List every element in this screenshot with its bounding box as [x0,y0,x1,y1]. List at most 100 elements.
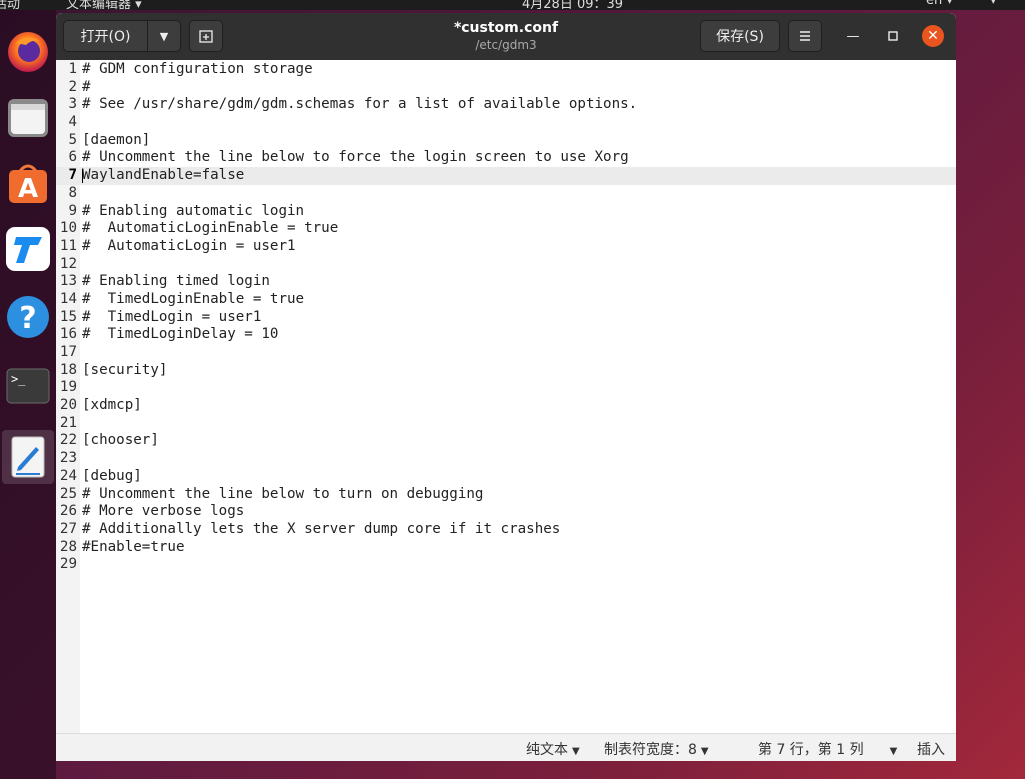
code-line[interactable]: 13 # Enabling timed login [56,273,956,291]
code-line[interactable]: 16 # TimedLoginDelay = 10 [56,326,956,344]
line-text[interactable]: # Uncomment the line below to force the … [82,149,629,167]
tab-width-selector[interactable]: 制表符宽度：8 ▼ [604,739,709,759]
line-number: 6 [68,149,77,166]
code-line[interactable]: 8 [56,185,956,203]
code-line[interactable]: 5 [daemon] [56,132,956,150]
line-text[interactable]: # More verbose logs [82,503,244,521]
language-selector[interactable]: 纯文本 ▼ [526,739,580,759]
code-line[interactable]: 26 # More verbose logs [56,503,956,521]
minimize-button[interactable]: — [842,25,864,47]
dock-item-terminal[interactable]: >_ [2,358,54,412]
line-number: 11 [59,237,77,254]
line-number: 7 [68,167,77,184]
line-text[interactable]: WaylandEnable=false [82,167,244,185]
dock-item-firefox[interactable] [2,24,54,78]
cursor-position-selector[interactable]: 第 7 行，第 1 列 ▼ [758,739,897,759]
line-number: 15 [59,308,77,325]
code-line[interactable]: 22 [chooser] [56,432,956,450]
firefox-icon [6,29,50,73]
code-line[interactable]: 4 [56,114,956,132]
code-line[interactable]: 1 # GDM configuration storage [56,61,956,79]
code-line[interactable]: 19 [56,379,956,397]
code-line[interactable]: 28 #Enable=true [56,539,956,557]
line-text[interactable]: # AutomaticLogin = user1 [82,238,296,256]
line-text[interactable]: [xdmcp] [82,397,142,415]
line-text[interactable]: # Uncomment the line below to turn on de… [82,486,483,504]
line-number: 29 [59,556,77,573]
line-text[interactable]: # GDM configuration storage [82,61,313,79]
code-line[interactable]: 12 [56,256,956,274]
code-line[interactable]: 6 # Uncomment the line below to force the… [56,149,956,167]
line-text[interactable]: #Enable=true [82,539,185,557]
line-text[interactable]: # TimedLoginDelay = 10 [82,326,278,344]
system-menu-icon[interactable]: ▾ [990,0,997,8]
code-line[interactable]: 3 # See /usr/share/gdm/gdm.schemas for a … [56,96,956,114]
code-line[interactable]: 23 [56,450,956,468]
maximize-button[interactable] [882,25,904,47]
activities-button[interactable]: 活动 [0,0,20,10]
code-line[interactable]: 27 # Additionally lets the X server dump … [56,521,956,539]
line-text[interactable]: # TimedLogin = user1 [82,309,261,327]
code-line[interactable]: 18 [security] [56,362,956,380]
code-line[interactable]: 17 [56,344,956,362]
dock-item-help[interactable]: ? [2,290,54,344]
code-line[interactable]: 10 # AutomaticLoginEnable = true [56,220,956,238]
line-number: 17 [59,344,77,360]
code-line[interactable]: 2 # [56,79,956,97]
close-button[interactable]: ✕ [922,25,944,47]
dock-item-text-editor[interactable] [2,430,54,484]
tab-width-label: 制表符宽度：8 [604,742,697,758]
line-text[interactable]: # Additionally lets the X server dump co… [82,521,560,539]
code-line[interactable]: 29 [56,556,956,574]
line-number: 14 [59,290,77,307]
save-button[interactable]: 保存(S) [700,20,780,52]
line-text[interactable]: # Enabling automatic login [82,203,304,221]
code-line[interactable]: 7 WaylandEnable=false [56,167,956,185]
menu-button[interactable] [788,20,822,52]
dock-item-todesk[interactable] [2,222,54,276]
language-indicator[interactable]: en ▾ [926,0,953,8]
cursor-position-label: 第 7 行，第 1 列 [758,742,864,758]
code-line[interactable]: 25 # Uncomment the line below to turn on … [56,486,956,504]
line-text[interactable]: [daemon] [82,132,150,150]
code-line[interactable]: 24 [debug] [56,468,956,486]
line-number: 8 [68,184,77,201]
todesk-icon [6,227,50,271]
software-center-icon: A [6,161,50,205]
header-bar: 打开(O) ▼ *custom.conf /etc/gdm3 保存(S) — ✕ [56,13,956,60]
close-icon: ✕ [927,28,939,44]
svg-text:>_: >_ [11,372,26,386]
app-menu[interactable]: 文本编辑器 ▾ [66,0,142,10]
insert-mode-indicator[interactable]: 插入 [917,739,945,759]
clock[interactable]: 4月28日 09：39 [522,0,623,10]
line-text[interactable]: [security] [82,362,167,380]
code-lines[interactable]: 1 # GDM configuration storage 2 #3 # See /us… [56,61,956,574]
terminal-icon: >_ [6,363,50,407]
line-text[interactable]: # TimedLoginEnable = true [82,291,304,309]
line-number: 27 [59,520,77,537]
line-number: 26 [59,503,77,520]
text-cursor [82,169,83,184]
editor-area[interactable]: 1 # GDM configuration storage 2 #3 # See /us… [56,60,956,733]
code-line[interactable]: 9 # Enabling automatic login [56,203,956,221]
line-text[interactable]: [chooser] [82,432,159,450]
chevron-down-icon: ▼ [889,746,898,757]
code-line[interactable]: 21 [56,415,956,433]
line-number: 13 [59,273,77,290]
minimize-icon: — [846,28,860,44]
text-editor-window: 打开(O) ▼ *custom.conf /etc/gdm3 保存(S) — ✕… [56,13,956,761]
line-text[interactable]: [debug] [82,468,142,486]
line-text[interactable]: # See /usr/share/gdm/gdm.schemas for a l… [82,96,637,114]
code-line[interactable]: 11 # AutomaticLogin = user1 [56,238,956,256]
line-number: 4 [68,114,77,131]
line-text[interactable]: # Enabling timed login [82,273,270,291]
top-panel: 活动 文本编辑器 ▾ 4月28日 09：39 en ▾ ▾ [0,0,1025,10]
code-line[interactable]: 14 # TimedLoginEnable = true [56,291,956,309]
dock-item-software[interactable]: A [2,156,54,210]
svg-text:?: ? [19,301,36,336]
line-text[interactable]: # [82,79,91,97]
code-line[interactable]: 20 [xdmcp] [56,397,956,415]
code-line[interactable]: 15 # TimedLogin = user1 [56,309,956,327]
dock-item-files[interactable] [2,90,54,144]
line-text[interactable]: # AutomaticLoginEnable = true [82,220,338,238]
